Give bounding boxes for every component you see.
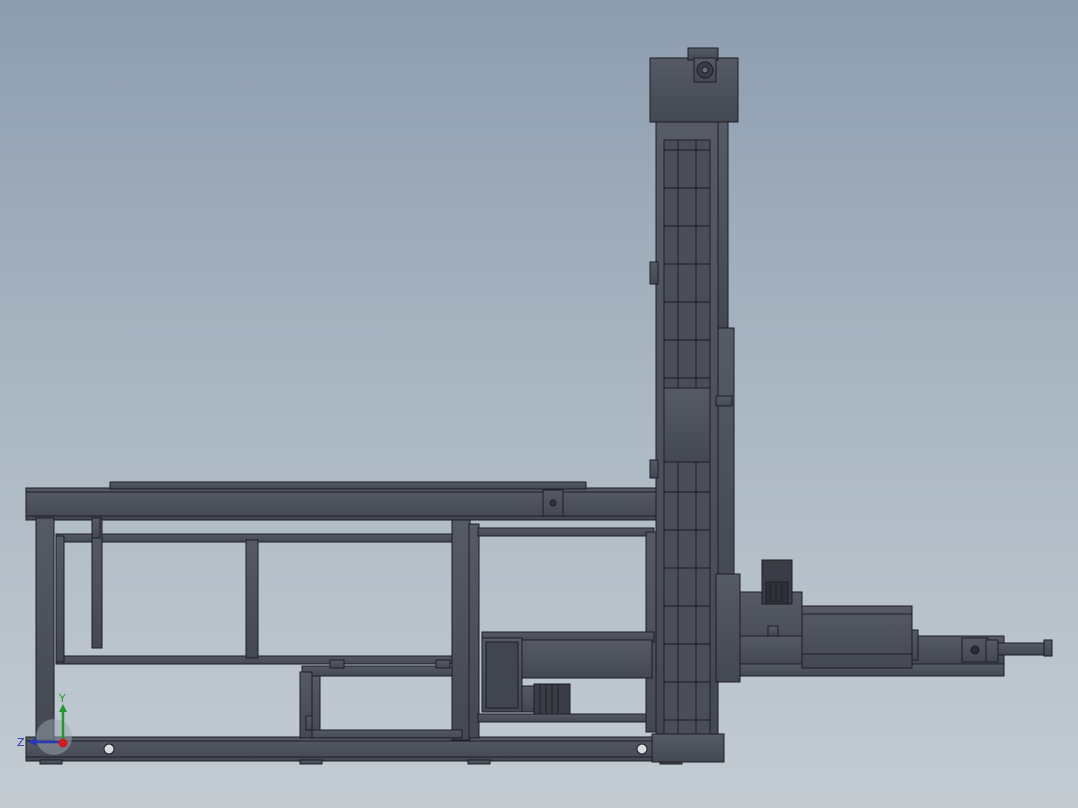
column-rail	[717, 121, 729, 329]
top-rail	[109, 481, 587, 490]
column-foot	[651, 733, 725, 763]
base-frame	[25, 736, 725, 765]
y-axis-arrow	[59, 704, 67, 712]
right-lower-bar	[477, 713, 655, 723]
inner-post	[245, 539, 259, 659]
piston-rod	[997, 642, 1047, 656]
x-axis-dot	[58, 738, 68, 748]
gantry-model-drawing: Y Z	[17, 47, 1053, 765]
left-post	[35, 517, 55, 741]
sub-beam	[301, 665, 453, 677]
lower-drive-unit	[481, 631, 655, 715]
mid-post	[451, 519, 471, 741]
cad-viewport[interactable]: Y Z	[0, 0, 1078, 808]
right-upper-bar	[477, 527, 655, 537]
arm-housing	[801, 605, 913, 669]
column-carriage	[717, 327, 735, 599]
horizontal-arm	[715, 559, 1053, 683]
column-block	[663, 387, 711, 463]
z-axis-label: Z	[17, 736, 25, 749]
y-axis-label: Y	[58, 692, 66, 705]
base-hole	[103, 743, 115, 755]
base-hole	[636, 743, 648, 755]
arm-carriage	[715, 573, 741, 683]
